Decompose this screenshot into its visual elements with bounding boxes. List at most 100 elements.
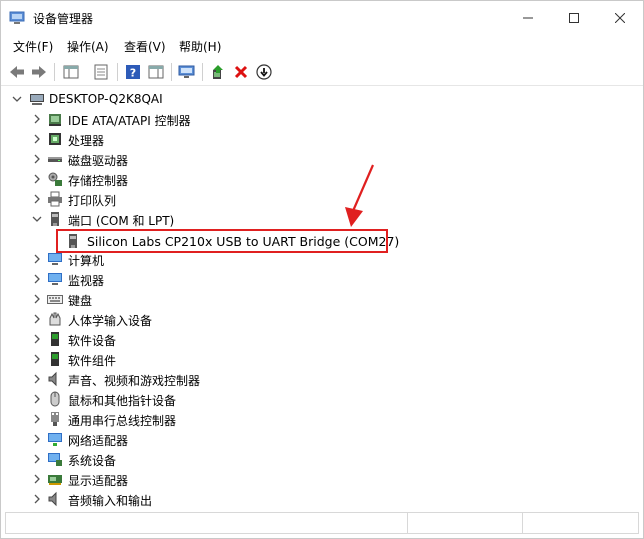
computer-icon [47,251,63,267]
update-driver-button[interactable] [208,62,228,82]
tree-item-software-device[interactable]: 软件设备 [1,329,643,349]
tree-item-keyboard[interactable]: 键盘 [1,289,643,309]
forward-button[interactable] [29,62,49,82]
tree-item-ports[interactable]: 端口 (COM 和 LPT) [1,209,643,229]
tree-item-label: 磁盘驱动器 [68,154,129,168]
chevron-down-icon[interactable] [11,93,23,105]
action-pane-button[interactable] [146,62,166,82]
chevron-right-icon [34,134,40,144]
chevron-right-icon [34,414,40,424]
tree-item-ide[interactable]: IDE ATA/ATAPI 控制器 [1,109,643,129]
processor-icon [47,131,63,147]
chevron-right-icon [34,274,40,284]
toolbar-separator [54,63,55,81]
title-bar: 设备管理器 [1,1,643,35]
tree-item-hid[interactable]: 人体学输入设备 [1,309,643,329]
status-cell [408,513,523,533]
chevron-right-icon [34,354,40,364]
tree-item-disk[interactable]: 磁盘驱动器 [1,149,643,169]
device-manager-app-icon [9,11,25,25]
maximize-button[interactable] [551,1,597,35]
tree-item-display[interactable]: 显示适配器 [1,469,643,489]
minimize-icon [523,17,533,19]
chevron-right-icon [34,374,40,384]
menu-file[interactable]: 文件(F) [13,38,53,55]
chevron-right-icon [34,174,40,184]
tree-item-mouse[interactable]: 鼠标和其他指针设备 [1,389,643,409]
action-pane-icon [148,65,164,79]
tree-item-monitor[interactable]: 监视器 [1,269,643,289]
tree-item-label: 存储控制器 [68,174,129,188]
tree-item-system[interactable]: 系统设备 [1,449,643,469]
help-button[interactable]: ? [123,62,143,82]
system-device-icon [47,451,63,467]
chevron-right-icon [34,114,40,124]
tree-item-software-component[interactable]: 软件组件 [1,349,643,369]
chevron-right-icon [34,194,40,204]
tree-item-network[interactable]: 网络适配器 [1,429,643,449]
uninstall-device-button[interactable] [231,62,251,82]
toolbar: ? [1,58,643,86]
tree-item-usb[interactable]: 通用串行总线控制器 [1,409,643,429]
printer-icon [47,191,63,207]
tree-item-label: 音频输入和输出 [68,494,153,508]
tree-item-label: 软件组件 [68,354,117,368]
chevron-right-icon [34,334,40,344]
properties-button[interactable] [91,62,111,82]
tree-item-print-queue[interactable]: 打印队列 [1,189,643,209]
menu-help[interactable]: 帮助(H) [179,38,221,55]
mouse-icon [47,391,63,407]
port-icon [47,211,63,227]
tree-item-sound[interactable]: 声音、视频和游戏控制器 [1,369,643,389]
minimize-button[interactable] [505,1,551,35]
help-icon: ? [126,65,140,80]
chevron-right-icon [34,454,40,464]
tree-item-label: 人体学输入设备 [68,314,153,328]
menu-action[interactable]: 操作(A) [67,38,109,55]
storage-controller-icon [47,171,63,187]
status-cell [6,513,408,533]
chevron-right-icon [34,254,40,264]
toolbar-separator [202,63,203,81]
chevron-right-icon [34,494,40,504]
show-hide-console-tree-icon [63,65,79,79]
tree-item-label: 鼠标和其他指针设备 [68,394,177,408]
download-driver-icon [256,64,272,80]
tree-item-label: IDE ATA/ATAPI 控制器 [68,114,191,128]
keyboard-icon [47,291,63,307]
close-icon [615,13,625,23]
tree-item-audio-io[interactable]: 音频输入和输出 [1,489,643,509]
audio-io-icon [47,491,63,507]
status-bar [5,512,639,534]
scan-hardware-button[interactable] [177,62,197,82]
software-component-icon [47,351,63,367]
enable-device-button[interactable] [254,62,274,82]
chevron-right-icon [34,474,40,484]
chevron-right-icon [34,394,40,404]
scan-hardware-icon [178,65,195,78]
close-button[interactable] [597,1,643,35]
tree-item-processor[interactable]: 处理器 [1,129,643,149]
hid-icon [47,311,63,327]
properties-icon [94,64,108,80]
tree-item-storage[interactable]: 存储控制器 [1,169,643,189]
sound-icon [47,371,63,387]
console-tree-button[interactable] [61,62,81,82]
tree-item-label: 网络适配器 [68,434,129,448]
menu-view[interactable]: 查看(V) [124,38,166,55]
update-driver-icon [213,65,223,79]
svg-text:?: ? [130,67,136,80]
window-title: 设备管理器 [33,12,94,26]
back-button[interactable] [7,62,27,82]
tree-root[interactable]: DESKTOP-Q2K8QAI [1,89,643,109]
tree-item-label: 声音、视频和游戏控制器 [68,374,201,388]
tree-item-label: 打印队列 [68,194,117,208]
chevron-right-icon [34,294,40,304]
highlight-box [56,229,388,253]
device-manager-window: 设备管理器 文件(F) 操作(A) 查看(V) 帮助(H) ? DESKTOP-… [0,0,644,539]
computer-root-icon [29,91,45,107]
chevron-right-icon [34,434,40,444]
display-adapter-icon [47,471,63,487]
software-device-icon [47,331,63,347]
chevron-right-icon [34,314,40,324]
